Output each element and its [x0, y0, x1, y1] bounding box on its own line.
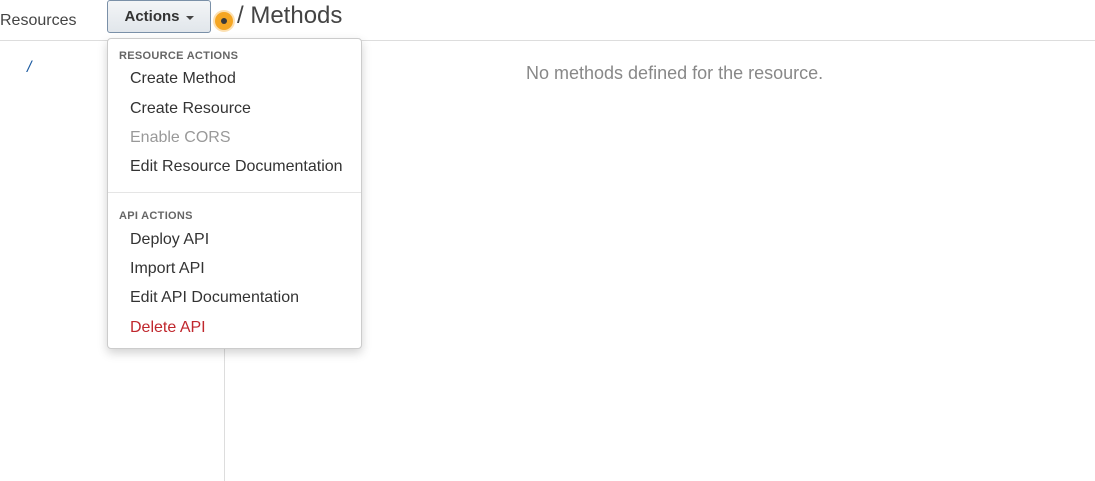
menu-item-create-method[interactable]: Create Method: [130, 70, 236, 88]
actions-dropdown-menu: RESOURCE ACTIONS Create Method Create Re…: [107, 38, 362, 349]
menu-item-deploy-api[interactable]: Deploy API: [130, 231, 209, 249]
resource-tree-root[interactable]: /: [27, 59, 31, 77]
menu-item-import-api[interactable]: Import API: [130, 260, 205, 278]
menu-item-edit-resource-documentation[interactable]: Edit Resource Documentation: [130, 158, 343, 176]
page-title: / Methods: [237, 2, 343, 29]
resources-label: Resources: [0, 12, 77, 29]
resource-actions-header: RESOURCE ACTIONS: [119, 50, 239, 62]
menu-item-enable-cors: Enable CORS: [130, 129, 231, 146]
menu-item-delete-api[interactable]: Delete API: [130, 319, 206, 337]
empty-methods-message: No methods defined for the resource.: [526, 63, 824, 83]
menu-item-create-resource[interactable]: Create Resource: [130, 100, 251, 118]
caret-down-icon: [185, 15, 194, 20]
actions-button[interactable]: Actions: [107, 0, 211, 33]
api-gateway-resources-page: Resources / Methods Actions / No methods…: [0, 0, 1095, 481]
actions-button-label: Actions: [124, 8, 180, 25]
menu-item-edit-api-documentation[interactable]: Edit API Documentation: [130, 289, 299, 307]
cursor-indicator-icon: [215, 12, 233, 30]
api-actions-header: API ACTIONS: [119, 210, 193, 222]
menu-divider: [108, 192, 361, 193]
